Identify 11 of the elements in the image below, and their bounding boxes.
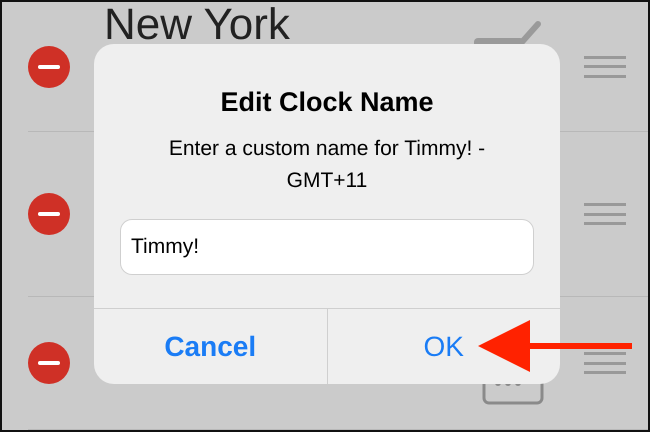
name-input-field[interactable]: Timmy! [120,218,534,274]
delete-button[interactable] [28,193,70,235]
drag-handle-icon[interactable] [584,203,626,225]
dialog-title: Edit Clock Name [220,86,434,119]
drag-handle-icon[interactable] [584,56,626,78]
delete-button[interactable] [28,46,70,88]
city-name: New York [104,2,290,48]
cancel-button[interactable]: Cancel [94,309,326,384]
delete-button[interactable] [28,342,70,384]
dialog-message: Enter a custom name for Timmy! - GMT+11 [168,136,486,194]
drag-handle-icon[interactable] [584,352,626,374]
